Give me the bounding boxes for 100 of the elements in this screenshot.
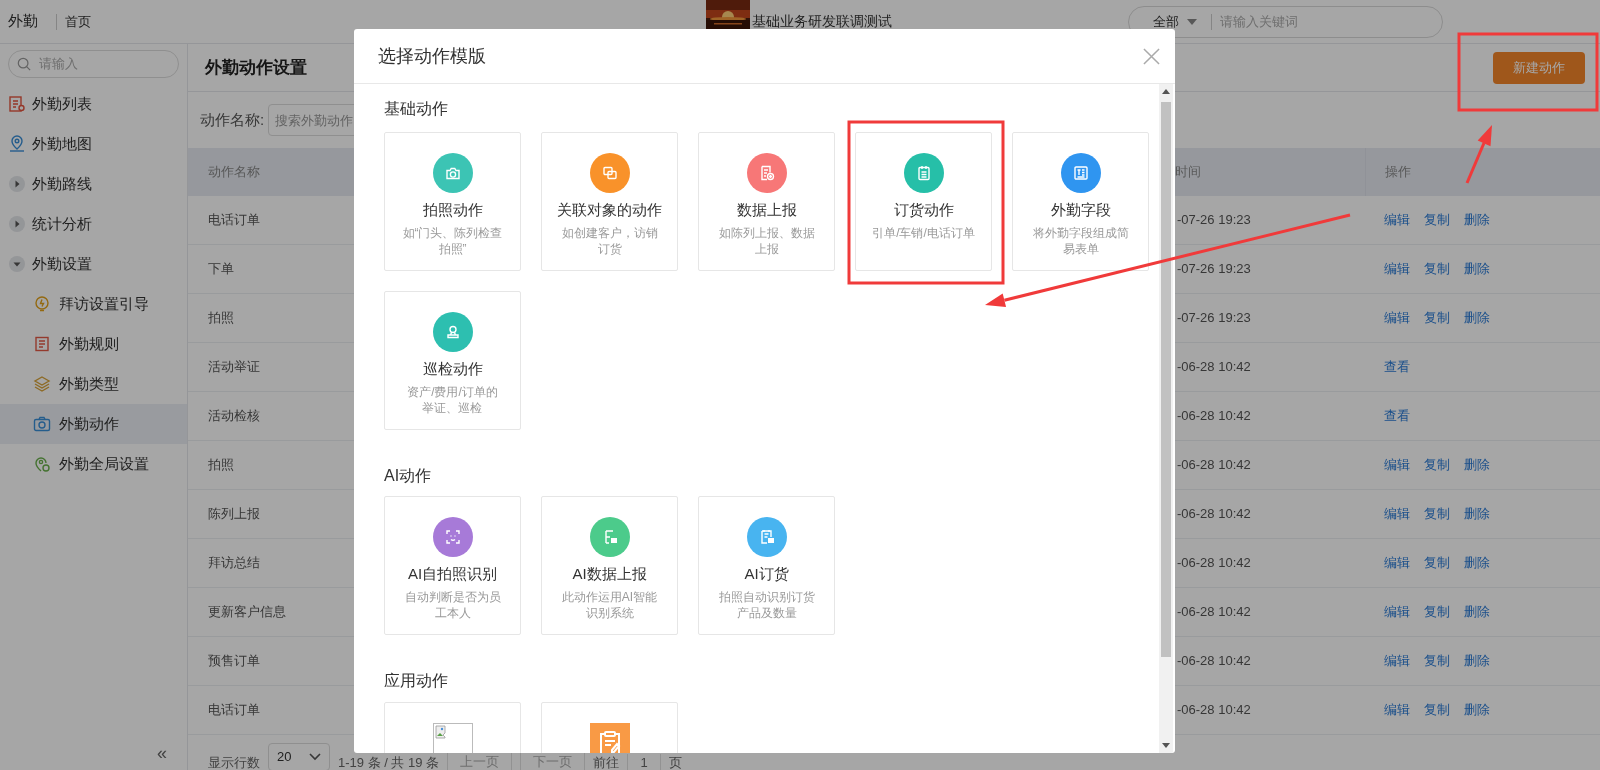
card-description: 引单/车销/电话订单 — [872, 225, 975, 241]
action-link[interactable]: 复制 — [1424, 553, 1450, 573]
action-link[interactable]: 复制 — [1424, 602, 1450, 622]
table-cell: 活动举证 — [208, 359, 260, 375]
card-description: 拍照自动识别订货 产品及数量 — [718, 589, 815, 621]
sidebar-item[interactable]: 统计分析 — [0, 204, 187, 244]
table-cell: 陈列上报 — [208, 506, 260, 522]
page-unit: 页 — [669, 755, 683, 770]
scroll-down-icon[interactable] — [1162, 743, 1170, 748]
action-link[interactable]: 复制 — [1424, 308, 1450, 328]
table-cell: 预售订单 — [208, 653, 260, 669]
action-link[interactable]: 复制 — [1424, 455, 1450, 475]
action-link[interactable]: 复制 — [1424, 700, 1450, 720]
page-size-select[interactable]: 20 — [268, 742, 330, 770]
card-title: 订货动作 — [893, 200, 954, 220]
action-link[interactable]: 复制 — [1424, 259, 1450, 279]
close-icon[interactable] — [1143, 47, 1160, 65]
template-card[interactable]: 关联对象的动作 如创建客户，访销 订货 — [541, 132, 678, 271]
action-link[interactable]: 删除 — [1464, 553, 1490, 573]
sidebar-item[interactable]: 拜访设置引导 — [0, 284, 187, 324]
sidebar-item[interactable]: 外勤全局设置 — [0, 444, 187, 484]
action-link[interactable]: 编辑 — [1384, 602, 1410, 622]
card-description: 此动作运用AI智能 识别系统 — [561, 589, 658, 621]
sidebar-item[interactable]: 外勤规则 — [0, 324, 187, 364]
action-link[interactable]: 删除 — [1464, 651, 1490, 671]
scrollbar[interactable] — [1159, 84, 1173, 753]
overlapping-squares-icon — [589, 153, 630, 193]
action-link[interactable]: 复制 — [1424, 504, 1450, 524]
template-card[interactable]: AI订货 拍照自动识别订货 产品及数量 — [698, 496, 835, 635]
card-description: 如创建客户，访销 订货 — [561, 225, 658, 257]
card-description: 如“门头、陈列检查 拍照” — [402, 225, 503, 257]
template-card[interactable]: AI自拍照识别 自动判断是否为员 工本人 — [384, 496, 521, 635]
action-link[interactable]: 删除 — [1464, 259, 1490, 279]
breadcrumb-link[interactable]: 首页 — [65, 11, 91, 32]
action-link[interactable]: 删除 — [1464, 210, 1490, 230]
action-link[interactable]: 编辑 — [1384, 308, 1410, 328]
action-link[interactable]: 删除 — [1464, 455, 1490, 475]
new-action-button[interactable]: 新建动作 — [1493, 51, 1585, 84]
sidebar-item[interactable]: 外勤路线 — [0, 164, 187, 204]
card-title: 外勤字段 — [1050, 200, 1111, 220]
scrollbar-thumb[interactable] — [1161, 102, 1171, 657]
template-card[interactable]: 数据上报 如陈列上报、数据 上报 — [698, 132, 835, 271]
action-link[interactable]: 编辑 — [1384, 455, 1410, 475]
column-header: 时间 — [1175, 163, 1202, 182]
action-link[interactable]: 编辑 — [1384, 700, 1410, 720]
template-card[interactable]: 外勤字段 将外勤字段组成简 易表单 — [1012, 132, 1149, 271]
scope-dropdown[interactable]: 全部 — [1153, 11, 1197, 32]
table-cell: 活动检核 — [208, 408, 260, 424]
page-field[interactable]: 1 — [627, 754, 662, 770]
card-description: 资产/费用/订单的 举证、巡检 — [407, 384, 498, 416]
table-cell: 电话订单 — [208, 212, 260, 228]
template-card[interactable]: AI数据上报 此动作运用AI智能 识别系统 — [541, 496, 678, 635]
template-card[interactable]: 拍照动作 如“门头、陈列检查 拍照” — [384, 132, 521, 271]
scroll-up-icon[interactable] — [1162, 89, 1170, 94]
action-link[interactable]: 查看 — [1384, 406, 1410, 426]
map-pin-icon — [8, 135, 26, 153]
filter-label: 动作名称: — [200, 109, 265, 130]
broken-image-icon — [432, 723, 473, 753]
face-scan-icon — [432, 517, 473, 557]
action-link[interactable]: 删除 — [1464, 700, 1490, 720]
action-link[interactable]: 删除 — [1464, 602, 1490, 622]
app-name: 外勤 — [7, 11, 38, 32]
table-cell: 更新客户信息 — [208, 604, 286, 620]
sidebar-item[interactable]: 外勤类型 — [0, 364, 187, 404]
goto-label: 前往 — [593, 755, 620, 770]
table-cell-text: -06-28 10:42 — [1176, 554, 1252, 573]
location-gear-icon — [33, 455, 51, 473]
action-link[interactable]: 编辑 — [1384, 553, 1410, 573]
action-link[interactable]: 查看 — [1384, 357, 1410, 377]
sidebar-item[interactable]: 外勤列表 — [0, 84, 187, 124]
sidebar-item[interactable]: 外勤动作 — [0, 404, 187, 444]
sidebar-item[interactable]: 外勤设置 — [0, 244, 187, 284]
action-link[interactable]: 编辑 — [1384, 210, 1410, 230]
action-link[interactable]: 删除 — [1464, 308, 1490, 328]
action-link[interactable]: 复制 — [1424, 651, 1450, 671]
card-title: 关联对象的动作 — [557, 200, 662, 220]
action-link[interactable]: 编辑 — [1384, 504, 1410, 524]
table-cell-text: -06-28 10:42 — [1176, 701, 1252, 720]
chevron-icon — [309, 752, 321, 761]
action-link[interactable]: 复制 — [1424, 210, 1450, 230]
action-link[interactable]: 编辑 — [1384, 259, 1410, 279]
collapse-button[interactable]: « — [157, 743, 167, 762]
document-icon — [8, 95, 26, 113]
section-title: AI动作 — [384, 466, 433, 486]
template-card[interactable]: 巡检动作 资产/费用/订单的 举证、巡检 — [384, 291, 521, 430]
template-card[interactable]: 订货动作 引单/车销/电话订单 — [855, 132, 992, 271]
layers-icon — [33, 375, 51, 393]
table-cell-text: -07-26 19:23 — [1176, 260, 1252, 279]
table-cell-text: -06-28 10:42 — [1176, 505, 1252, 524]
action-link[interactable]: 删除 — [1464, 504, 1490, 524]
action-link[interactable]: 编辑 — [1384, 651, 1410, 671]
bulb-icon — [33, 295, 51, 313]
card-description: 如陈列上报、数据 上报 — [718, 225, 815, 257]
sidebar-item[interactable]: 外勤地图 — [0, 124, 187, 164]
page-summary: 1-19 条 / 共 19 条 — [338, 755, 440, 770]
card-title: 拍照动作 — [422, 200, 483, 220]
card-title: AI订货 — [744, 564, 789, 584]
search-icon — [17, 57, 31, 71]
rows-label: 显示行数 — [208, 755, 260, 770]
column-header: 动作名称 — [207, 163, 261, 182]
